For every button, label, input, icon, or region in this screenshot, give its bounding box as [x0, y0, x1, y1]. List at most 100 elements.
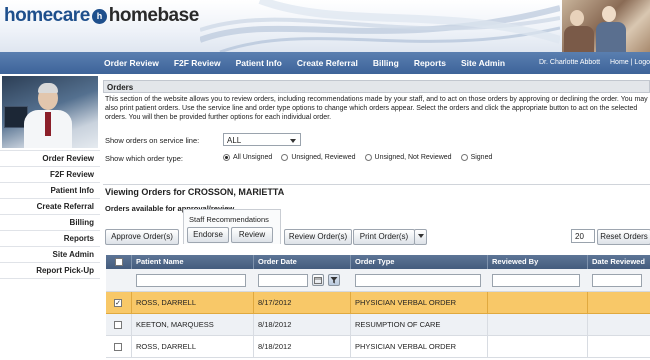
logo-text-right: homebase [108, 5, 199, 26]
radio-label: Unsigned, Not Reviewed [374, 154, 452, 161]
column-header-patient-name[interactable]: Patient Name [132, 255, 254, 269]
home-link[interactable]: Home [610, 59, 629, 66]
radio-icon[interactable] [364, 154, 372, 161]
column-header-order-type[interactable]: Order Type [351, 255, 488, 269]
sidebar-item-report-pick-up[interactable]: Report Pick-Up [0, 263, 100, 279]
radio-label: Signed [470, 154, 493, 161]
nav-item-billing[interactable]: Billing [373, 52, 399, 74]
filter-icon[interactable] [328, 274, 340, 286]
column-header-date-reviewed[interactable]: Date Reviewed [588, 255, 650, 269]
nav-item-f2f-review[interactable]: F2F Review [174, 52, 221, 74]
nav-item-patient-info[interactable]: Patient Info [236, 52, 282, 74]
order-type-radio-group: All Unsigned Unsigned, Reviewed Unsigned… [223, 154, 501, 161]
sidebar-item-patient-info[interactable]: Patient Info [0, 183, 100, 199]
cell-order-date: 8/18/2012 [254, 336, 351, 358]
photo-face [570, 10, 584, 26]
cell-order-date: 8/18/2012 [254, 314, 351, 336]
filter-date-reviewed-input[interactable] [592, 274, 642, 287]
logo-text-left: homecare [4, 5, 90, 26]
row-checkbox-checked[interactable]: ✓ [114, 299, 122, 307]
section-description: This section of the website allows you t… [105, 96, 648, 121]
service-line-select[interactable]: ALL [223, 133, 301, 146]
photo-hair [38, 83, 58, 93]
sidebar-item-site-admin[interactable]: Site Admin [0, 247, 100, 263]
approve-orders-button[interactable]: Approve Order(s) [105, 229, 179, 245]
print-options-dropdown[interactable] [414, 229, 427, 245]
reset-orders-button[interactable]: Reset Orders [597, 229, 650, 245]
photo-figure [596, 22, 626, 52]
sidebar-doctor-photo [2, 76, 98, 148]
radio-icon[interactable] [460, 154, 468, 161]
filter-order-type-input[interactable] [355, 274, 481, 287]
table-row[interactable]: KEETON, MARQUESS 8/18/2012 RESUMPTION OF… [106, 314, 650, 336]
photo-figure [564, 26, 594, 52]
header-photo [562, 0, 650, 52]
logout-link[interactable]: Logo [634, 59, 650, 66]
cell-date-reviewed [588, 336, 650, 358]
column-header-reviewed-by[interactable]: Reviewed By [488, 255, 588, 269]
cell-patient-name: ROSS, DARRELL [132, 336, 254, 358]
section-title: Orders [103, 80, 650, 93]
select-all-checkbox[interactable] [115, 258, 123, 266]
sidebar-item-billing[interactable]: Billing [0, 215, 100, 231]
row-select-cell [106, 336, 132, 358]
radio-label: Unsigned, Reviewed [291, 154, 356, 161]
row-select-cell [106, 314, 132, 336]
review-orders-button[interactable]: Review Order(s) [284, 229, 352, 245]
filter-reviewed-by-input[interactable] [492, 274, 580, 287]
grid-filter-row [106, 269, 650, 292]
row-checkbox[interactable] [114, 343, 122, 351]
review-button[interactable]: Review [231, 227, 273, 243]
cell-date-reviewed [588, 292, 650, 314]
print-orders-button[interactable]: Print Order(s) [353, 229, 415, 245]
nav-item-order-review[interactable]: Order Review [104, 52, 159, 74]
cell-date-reviewed [588, 314, 650, 336]
sidebar-item-order-review[interactable]: Order Review [0, 150, 100, 167]
radio-all-unsigned[interactable]: All Unsigned [223, 154, 272, 161]
nav-item-create-referral[interactable]: Create Referral [297, 52, 358, 74]
nav-item-reports[interactable]: Reports [414, 52, 446, 74]
sidebar-item-reports[interactable]: Reports [0, 231, 100, 247]
chevron-down-icon [290, 139, 296, 143]
cell-reviewed-by [488, 336, 588, 358]
photo-face [602, 6, 616, 22]
table-row[interactable]: ROSS, DARRELL 8/18/2012 PHYSICIAN VERBAL… [106, 336, 650, 358]
radio-unsigned-not-reviewed[interactable]: Unsigned, Not Reviewed [364, 154, 452, 161]
cell-reviewed-by [488, 292, 588, 314]
cell-order-date: 8/17/2012 [254, 292, 351, 314]
app-logo[interactable]: homecare h homebase [4, 5, 199, 27]
filter-patient-name-input[interactable] [136, 274, 246, 287]
cell-reviewed-by [488, 314, 588, 336]
column-header-order-date[interactable]: Order Date [254, 255, 351, 269]
nav-item-site-admin[interactable]: Site Admin [461, 52, 505, 74]
radio-signed[interactable]: Signed [460, 154, 493, 161]
radio-icon[interactable] [281, 154, 289, 161]
radio-label: All Unsigned [233, 154, 273, 161]
main-content: Orders This section of the website allow… [103, 74, 650, 360]
cell-patient-name: ROSS, DARRELL [132, 292, 254, 314]
radio-unsigned-reviewed[interactable]: Unsigned, Reviewed [281, 154, 356, 161]
table-row[interactable]: ✓ ROSS, DARRELL 8/17/2012 PHYSICIAN VERB… [106, 292, 650, 314]
sidebar-item-create-referral[interactable]: Create Referral [0, 199, 100, 215]
row-select-cell: ✓ [106, 292, 132, 314]
cell-order-type: RESUMPTION OF CARE [351, 314, 488, 336]
service-line-label: Show orders on service line: [105, 136, 200, 145]
top-nav: Order Review F2F Review Patient Info Cre… [0, 52, 650, 74]
sidebar-item-f2f-review[interactable]: F2F Review [0, 167, 100, 183]
nav-menu: Order Review F2F Review Patient Info Cre… [104, 52, 520, 74]
app-header: homecare h homebase [0, 0, 650, 52]
select-all-cell [106, 255, 132, 269]
nav-separator: | [630, 59, 633, 66]
endorse-button[interactable]: Endorse [187, 227, 229, 243]
cell-patient-name: KEETON, MARQUESS [132, 314, 254, 336]
staff-recommendations-label: Staff Recommendations [189, 215, 269, 224]
photo-tie [45, 112, 51, 136]
current-user-name: Dr. Charlotte Abbott [539, 59, 601, 66]
page-size-input[interactable]: 20 [571, 229, 595, 243]
calendar-icon[interactable] [312, 274, 324, 286]
header-swoosh-graphic [200, 0, 560, 52]
order-type-label: Show which order type: [105, 154, 183, 163]
row-checkbox[interactable] [114, 321, 122, 329]
radio-selected-icon[interactable] [223, 154, 230, 161]
filter-order-date-input[interactable] [258, 274, 308, 287]
